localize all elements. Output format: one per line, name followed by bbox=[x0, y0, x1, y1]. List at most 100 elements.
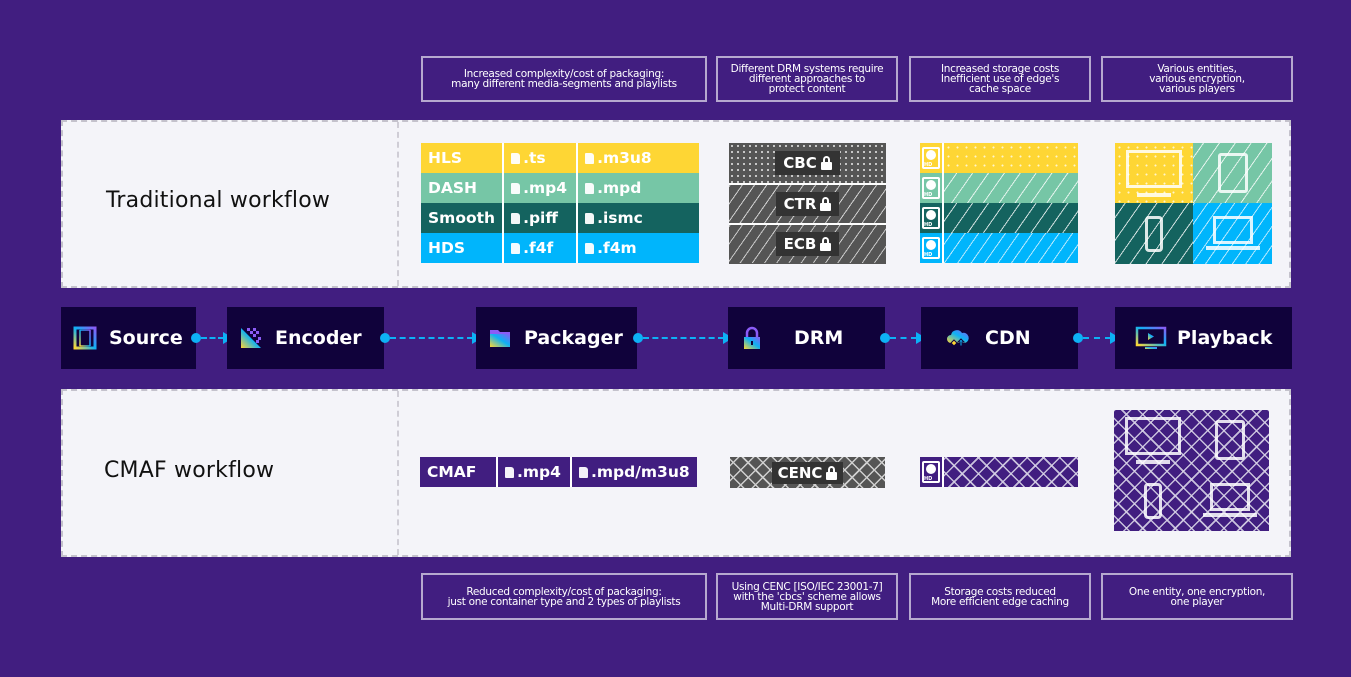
storage-row-dash bbox=[920, 173, 1078, 203]
stage-label: Packager bbox=[524, 327, 623, 349]
segment-type: .f4f bbox=[503, 233, 579, 263]
folder-icon bbox=[490, 330, 510, 347]
stage-packager: Packager bbox=[476, 307, 637, 369]
note-storage-costs: Increased storage costs Inefficient use … bbox=[909, 56, 1091, 102]
storage-row-cmaf bbox=[920, 457, 1078, 487]
lock-icon bbox=[820, 156, 832, 170]
encryption-row-ctr: CTR bbox=[729, 183, 886, 223]
device-tv bbox=[1115, 143, 1193, 203]
stage-encoder: Encoder bbox=[227, 307, 384, 369]
device-tablet bbox=[1192, 410, 1270, 471]
cmaf-devices bbox=[1114, 410, 1269, 531]
flow-arrow bbox=[380, 332, 482, 344]
format-name: HDS bbox=[421, 233, 505, 263]
file-icon bbox=[511, 153, 521, 164]
storage-row-hds bbox=[920, 233, 1078, 263]
tablet-icon bbox=[1215, 420, 1246, 461]
encryption-row-cenc: CENC bbox=[730, 457, 885, 488]
device-tablet bbox=[1193, 143, 1272, 203]
panel-divider bbox=[397, 391, 399, 555]
storage-fill bbox=[944, 203, 1078, 233]
storage-fill bbox=[944, 173, 1078, 203]
encryption-label: CTR bbox=[775, 192, 840, 216]
lock-icon bbox=[744, 326, 760, 349]
note-various-players: Various entities, various encryption, va… bbox=[1101, 56, 1293, 102]
cmaf-workflow-label: CMAF workflow bbox=[104, 458, 275, 483]
stage-drm: DRM bbox=[728, 307, 885, 369]
file-icon bbox=[511, 183, 521, 194]
encryption-label: ECB bbox=[775, 232, 840, 256]
stage-label: Playback bbox=[1177, 327, 1273, 349]
stage-label: Encoder bbox=[275, 327, 362, 349]
file-icon bbox=[505, 467, 514, 478]
file-icon bbox=[585, 183, 595, 194]
note-one-player: One entity, one encryption, one player bbox=[1101, 573, 1293, 620]
device-laptop bbox=[1193, 203, 1272, 264]
encryption-label: CBC bbox=[775, 151, 840, 175]
device-tv bbox=[1114, 410, 1192, 471]
hard-drive-icon bbox=[920, 457, 944, 487]
note-packaging-complexity: Increased complexity/cost of packaging: … bbox=[421, 56, 707, 102]
encryption-row-cbc: CBC bbox=[729, 143, 886, 183]
cloud-icon bbox=[947, 330, 969, 347]
cmaf-cdn-storage bbox=[920, 457, 1078, 488]
format-name: DASH bbox=[421, 173, 505, 203]
lock-icon bbox=[826, 465, 838, 480]
file-icon bbox=[585, 243, 595, 254]
segment-type: .piff bbox=[503, 203, 579, 233]
stage-label: DRM bbox=[794, 327, 844, 349]
file-icon bbox=[511, 213, 521, 224]
tv-icon bbox=[1126, 150, 1182, 197]
panel-divider bbox=[397, 122, 399, 286]
encoder-icon bbox=[241, 328, 261, 348]
monitor-play-icon bbox=[1135, 326, 1167, 349]
file-icon bbox=[511, 243, 521, 254]
format-row-hls: HLS .ts .m3u8 bbox=[421, 143, 700, 173]
format-name: CMAF bbox=[420, 457, 498, 487]
storage-row-smooth bbox=[920, 203, 1078, 233]
lock-icon bbox=[820, 197, 832, 211]
encryption-label: CENC bbox=[771, 461, 844, 484]
phone-icon bbox=[1145, 215, 1163, 252]
file-icon bbox=[585, 213, 595, 224]
traditional-cdn-storage bbox=[920, 143, 1078, 264]
segment-type: .mp4 bbox=[497, 457, 572, 487]
storage-fill bbox=[944, 143, 1078, 173]
lock-icon bbox=[820, 237, 832, 251]
traditional-encryption-box: CBC CTR ECB bbox=[729, 143, 886, 264]
playlist-type: .mpd bbox=[577, 173, 699, 203]
note-cenc-multidrm: Using CENC [ISO/IEC 23001-7] with the 'c… bbox=[716, 573, 898, 620]
stage-playback: Playback bbox=[1115, 307, 1292, 369]
format-name: Smooth bbox=[421, 203, 505, 233]
encryption-row-ecb: ECB bbox=[729, 223, 886, 263]
storage-fill bbox=[944, 233, 1078, 263]
device-laptop bbox=[1192, 471, 1270, 532]
hard-drive-icon bbox=[920, 143, 944, 173]
device-phone bbox=[1114, 471, 1192, 532]
traditional-format-table: HLS .ts .m3u8 DASH .mp4 .mpd Smooth .pif… bbox=[421, 143, 700, 263]
playlist-type: .mpd/m3u8 bbox=[571, 457, 697, 487]
stage-cdn: CDN bbox=[921, 307, 1078, 369]
cmaf-encryption-box: CENC bbox=[730, 457, 885, 488]
laptop-icon bbox=[1203, 482, 1258, 517]
phone-icon bbox=[1143, 482, 1162, 519]
traditional-workflow-label: Traditional workflow bbox=[106, 188, 331, 213]
storage-row-hls bbox=[920, 143, 1078, 173]
segment-type: .mp4 bbox=[503, 173, 579, 203]
device-phone bbox=[1115, 203, 1193, 264]
format-name: HLS bbox=[421, 143, 505, 173]
film-icon bbox=[73, 326, 97, 350]
tablet-icon bbox=[1217, 153, 1248, 193]
file-icon bbox=[585, 153, 595, 164]
flow-arrow bbox=[1073, 332, 1120, 344]
note-drm-complexity: Different DRM systems require different … bbox=[716, 56, 898, 102]
note-storage-reduced: Storage costs reduced More efficient edg… bbox=[909, 573, 1091, 620]
segment-type: .ts bbox=[503, 143, 579, 173]
format-row-cmaf: CMAF .mp4 .mpd/m3u8 bbox=[420, 457, 697, 487]
stage-label: CDN bbox=[985, 327, 1031, 349]
format-row-hds: HDS .f4f .f4m bbox=[421, 233, 700, 263]
cmaf-format-table: CMAF .mp4 .mpd/m3u8 bbox=[420, 457, 697, 487]
tv-icon bbox=[1124, 417, 1181, 465]
format-row-smooth: Smooth .piff .ismc bbox=[421, 203, 700, 233]
file-icon bbox=[579, 467, 588, 478]
